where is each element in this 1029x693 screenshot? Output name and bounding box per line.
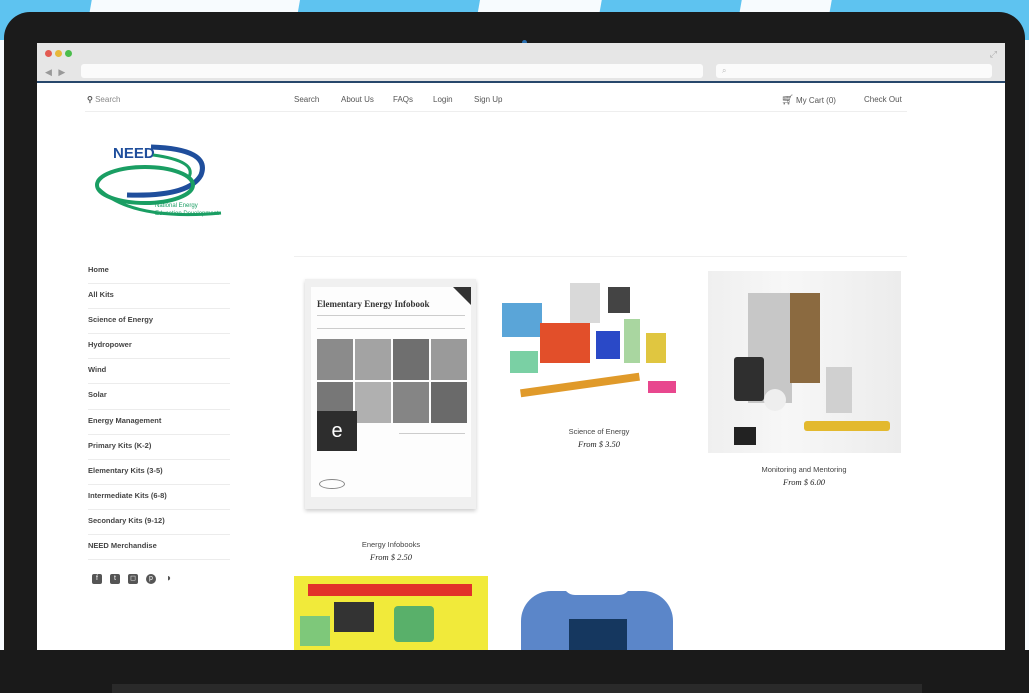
content-divider [294, 256, 907, 257]
kit-pink-item [648, 381, 676, 393]
energy-e-icon: e [317, 411, 357, 451]
infobook-cover: Elementary Energy Infobook e [311, 287, 471, 497]
category-sidebar: Home All Kits Science of Energy Hydropow… [88, 259, 230, 561]
sidebar-item-hydropower[interactable]: Hydropower [88, 334, 230, 360]
site-search-field[interactable]: ⚲ Search [87, 95, 120, 104]
logo-subtitle-2: Education Development [155, 211, 219, 217]
need-logo[interactable]: NEED National Energy Education Developme… [93, 141, 225, 227]
twitter-icon[interactable]: t [110, 574, 120, 584]
nav-link-faqs[interactable]: FAQs [393, 95, 413, 104]
product-image-monitoring-and-mentoring[interactable] [708, 271, 901, 453]
back-forward-buttons[interactable]: ◀ ▶ [45, 67, 67, 78]
pinterest-icon[interactable]: p [146, 574, 156, 584]
kit-red-box [540, 323, 590, 363]
kit-label-strip [308, 584, 472, 596]
sidebar-item-wind[interactable]: Wind [88, 359, 230, 385]
search-icon: ⚲ [87, 95, 93, 104]
product-image-t-shirt[interactable] [507, 583, 687, 650]
nav-link-about-us[interactable]: About Us [341, 95, 374, 104]
product-price-energy-infobooks: From $ 2.50 [370, 552, 412, 562]
sidebar-item-science-of-energy[interactable]: Science of Energy [88, 309, 230, 335]
nav-link-login[interactable]: Login [433, 95, 453, 104]
kit-corner-part [300, 616, 330, 646]
magnifier-icon: ⌕ [722, 66, 727, 75]
kit-blue-bag [502, 303, 542, 337]
logo-brand-text: NEED [113, 145, 155, 162]
sidebar-item-energy-management[interactable]: Energy Management [88, 410, 230, 435]
kit-green-item [510, 351, 538, 373]
kit-ruler [520, 372, 640, 398]
cover-footer-logo [319, 479, 345, 489]
lightbulb [764, 389, 786, 411]
meter-device [734, 357, 764, 401]
sidebar-item-intermediate-kits[interactable]: Intermediate Kits (6-8) [88, 485, 230, 510]
kit-jar [570, 283, 600, 323]
kit-green-part [394, 606, 434, 642]
t-shirt-collar [563, 583, 631, 595]
kit-box [608, 287, 630, 313]
laptop-base [112, 684, 922, 693]
cover-corner [453, 287, 471, 305]
cart-icon: 🛒︎ [781, 95, 794, 106]
product-image-energy-infobooks[interactable]: Elementary Energy Infobook e [305, 279, 476, 509]
yellow-tester [804, 421, 890, 431]
power-meter [826, 367, 852, 413]
laptop-screen: ◀ ▶ ⌕ ⤢ ⚲ Search Search About Us FAQs Lo… [37, 43, 1005, 650]
search-placeholder: Search [95, 95, 121, 104]
t-shirt-print [569, 619, 627, 650]
rss-icon[interactable]: ◗ [164, 574, 174, 584]
sidebar-item-secondary-kits[interactable]: Secondary Kits (9-12) [88, 510, 230, 536]
cover-legend [399, 433, 465, 477]
cover-text-lines [317, 315, 465, 329]
logo-subtitle-1: National Energy [155, 203, 198, 209]
nav-divider [85, 111, 907, 112]
sidebar-item-need-merchandise[interactable]: NEED Merchandise [88, 535, 230, 561]
product-name-monitoring-and-mentoring[interactable]: Monitoring and Mentoring [704, 465, 904, 474]
instagram-icon[interactable]: ◻ [128, 574, 138, 584]
maximize-window-button[interactable] [65, 50, 72, 57]
cart-label: My Cart (0) [795, 96, 836, 105]
sensor-device [734, 427, 756, 445]
browser-search-bar[interactable]: ⌕ [716, 64, 992, 78]
kit-blue-box [596, 331, 620, 359]
expand-icon[interactable]: ⤢ [990, 49, 997, 60]
kit-yellow-item [646, 333, 666, 363]
sidebar-item-solar[interactable]: Solar [88, 384, 230, 410]
facebook-icon[interactable]: f [92, 574, 102, 584]
product-price-monitoring-and-mentoring: From $ 6.00 [783, 477, 825, 487]
social-links: f t ◻ p ◗ [92, 574, 174, 584]
product-name-science-of-energy[interactable]: Science of Energy [499, 427, 699, 436]
minimize-window-button[interactable] [55, 50, 62, 57]
browser-chrome: ◀ ▶ ⌕ ⤢ [37, 43, 1005, 83]
stage: ◀ ▶ ⌕ ⤢ ⚲ Search Search About Us FAQs Lo… [0, 0, 1029, 693]
product-name-energy-infobooks[interactable]: Energy Infobooks [291, 540, 491, 549]
nav-link-search[interactable]: Search [294, 95, 319, 104]
nav-link-sign-up[interactable]: Sign Up [474, 95, 502, 104]
sidebar-item-elementary-kits[interactable]: Elementary Kits (3-5) [88, 460, 230, 485]
product-image-yellow-kit[interactable] [294, 576, 488, 650]
sidebar-item-primary-kits[interactable]: Primary Kits (K-2) [88, 435, 230, 460]
cart-link[interactable]: 🛒︎ My Cart (0) [781, 95, 836, 106]
site-top-nav: ⚲ Search Search About Us FAQs Login Sign… [37, 85, 1005, 112]
close-window-button[interactable] [45, 50, 52, 57]
sidebar-item-all-kits[interactable]: All Kits [88, 284, 230, 310]
url-bar[interactable] [81, 64, 703, 78]
kit-panel [334, 602, 374, 632]
checkout-link[interactable]: Check Out [864, 95, 902, 104]
wood-panel [790, 293, 820, 383]
kit-bottle [624, 319, 640, 363]
infobook-title: Elementary Energy Infobook [317, 299, 430, 309]
product-image-science-of-energy[interactable] [500, 273, 692, 413]
sidebar-item-home[interactable]: Home [88, 259, 230, 285]
product-price-science-of-energy: From $ 3.50 [578, 439, 620, 449]
